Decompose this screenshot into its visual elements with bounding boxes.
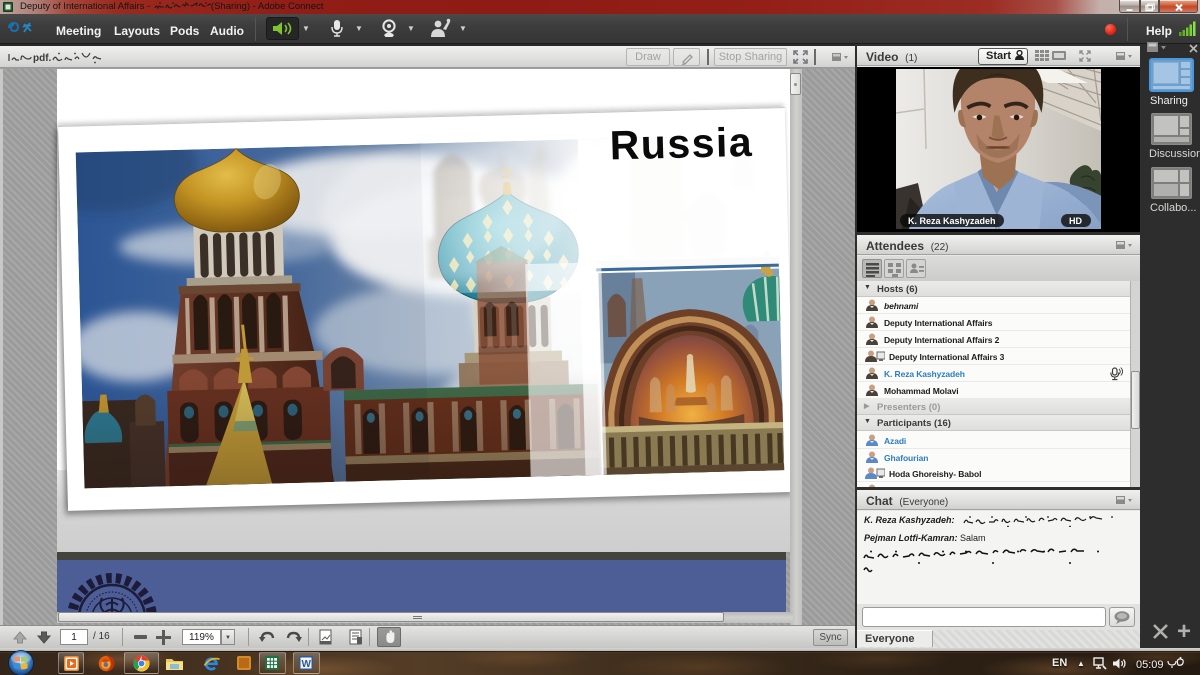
svg-text:pdf.: pdf. <box>33 53 52 64</box>
svg-text:HD: HD <box>1069 216 1082 226</box>
svg-text:W: W <box>302 659 312 670</box>
svg-text:K. Reza Kashyzadeh: K. Reza Kashyzadeh <box>908 216 996 226</box>
